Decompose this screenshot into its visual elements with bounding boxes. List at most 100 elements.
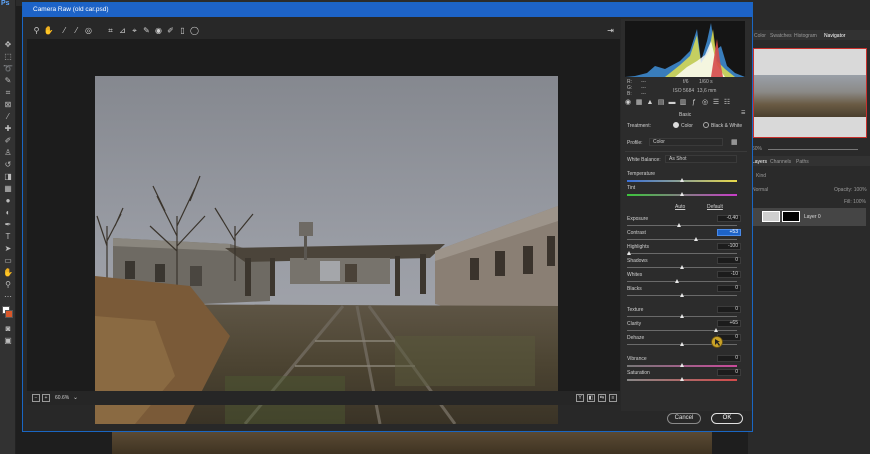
- stamp-tool-icon[interactable]: ♙: [2, 148, 14, 158]
- settings-toggle-icon[interactable]: ≡: [609, 394, 617, 402]
- open-preferences-icon[interactable]: ⇥: [605, 25, 616, 36]
- dodge-tool-icon[interactable]: ◐: [2, 208, 14, 218]
- tab-swatches[interactable]: Swatches: [770, 33, 792, 39]
- hand-icon[interactable]: ✋: [43, 25, 54, 36]
- crop-tool-icon[interactable]: ⌗: [2, 88, 14, 98]
- clarity-slider[interactable]: [627, 328, 737, 332]
- presets-icon[interactable]: ☰: [712, 99, 720, 107]
- texture-value-field[interactable]: 0: [717, 306, 741, 313]
- cancel-button[interactable]: Cancel: [667, 413, 701, 424]
- swap-view-icon[interactable]: ⇆: [598, 394, 606, 402]
- frame-tool-icon[interactable]: ⊠: [2, 100, 14, 110]
- path-select-tool-icon[interactable]: ➤: [2, 244, 14, 254]
- tab-channels[interactable]: Channels: [770, 159, 791, 165]
- vibrance-slider-thumb[interactable]: [680, 363, 684, 367]
- vibrance-slider[interactable]: [627, 363, 737, 367]
- contrast-slider-thumb[interactable]: [693, 237, 698, 241]
- brush-tool-icon[interactable]: ✐: [2, 136, 14, 146]
- calibration-icon[interactable]: ◎: [701, 99, 709, 107]
- blur-tool-icon[interactable]: ●: [2, 196, 14, 206]
- opacity-field[interactable]: Opacity: 100%: [834, 187, 867, 193]
- snapshots-icon[interactable]: ☷: [723, 99, 731, 107]
- before-after-icon[interactable]: ◧: [587, 394, 595, 402]
- gradient-tool-icon[interactable]: ▦: [2, 184, 14, 194]
- auto-button[interactable]: Auto: [675, 204, 685, 210]
- tab-histogram[interactable]: Histogram: [794, 33, 817, 39]
- saturation-slider[interactable]: [627, 377, 737, 381]
- color-radio[interactable]: [673, 122, 679, 128]
- more-tools-icon[interactable]: ⋯: [2, 292, 14, 302]
- blend-mode-select[interactable]: Normal: [752, 187, 768, 193]
- image-canvas[interactable]: [27, 39, 620, 424]
- clarity-value-field[interactable]: +65: [717, 320, 741, 327]
- screen-mode-icon[interactable]: ▣: [2, 336, 14, 346]
- view-y-icon[interactable]: Y: [576, 394, 584, 402]
- shadows-value-field[interactable]: 0: [717, 257, 741, 264]
- white-balance-icon[interactable]: ⁄: [59, 25, 70, 36]
- layer-row[interactable]: Layer 0: [752, 208, 866, 226]
- whites-value-field[interactable]: -10: [717, 271, 741, 278]
- ok-button[interactable]: OK: [711, 413, 743, 424]
- blacks-slider[interactable]: [627, 293, 737, 297]
- vibrance-value-field[interactable]: 0: [717, 355, 741, 362]
- whites-slider[interactable]: [627, 279, 737, 283]
- layer-kind-filter[interactable]: Kind: [756, 173, 766, 179]
- panel-menu-icon[interactable]: ☰: [741, 110, 745, 116]
- radial-filter-icon[interactable]: ◯: [189, 25, 200, 36]
- saturation-slider-thumb[interactable]: [680, 377, 684, 381]
- zoom-in-button[interactable]: +: [42, 394, 50, 402]
- tint-slider[interactable]: [627, 192, 737, 196]
- tone-curve-icon[interactable]: ▦: [635, 99, 643, 107]
- adjustment-brush-icon[interactable]: ✐: [165, 25, 176, 36]
- eraser-tool-icon[interactable]: ◨: [2, 172, 14, 182]
- contrast-slider[interactable]: [627, 237, 737, 241]
- shadows-slider-thumb[interactable]: [680, 265, 684, 269]
- crop-icon[interactable]: ⌗: [105, 25, 116, 36]
- transform-icon[interactable]: ⌖: [129, 25, 140, 36]
- marquee-tool-icon[interactable]: ⬚: [2, 52, 14, 62]
- tab-navigator[interactable]: Navigator: [824, 33, 845, 39]
- default-button[interactable]: Default: [707, 204, 723, 210]
- navigator-preview[interactable]: [753, 48, 867, 138]
- fill-field[interactable]: Fill: 100%: [844, 199, 866, 205]
- tab-layers[interactable]: Layers: [752, 159, 767, 165]
- exposure-value-field[interactable]: -0,40: [717, 215, 741, 222]
- pen-tool-icon[interactable]: ✒: [2, 220, 14, 230]
- straighten-icon[interactable]: ⊿: [117, 25, 128, 36]
- tab-paths[interactable]: Paths: [796, 159, 809, 165]
- dehaze-slider-thumb[interactable]: [680, 342, 684, 346]
- eyedropper-tool-icon[interactable]: ⁄: [2, 112, 14, 122]
- targeted-adjust-icon[interactable]: ◎: [83, 25, 94, 36]
- red-eye-icon[interactable]: ◉: [153, 25, 164, 36]
- profile-select[interactable]: Color: [649, 138, 723, 146]
- contrast-value-field[interactable]: +53: [717, 229, 741, 236]
- graduated-filter-icon[interactable]: ▯: [177, 25, 188, 36]
- shadows-slider[interactable]: [627, 265, 737, 269]
- move-tool-icon[interactable]: ✥: [2, 40, 14, 50]
- quick-mask-icon[interactable]: ◙: [2, 324, 14, 334]
- texture-slider[interactable]: [627, 314, 737, 318]
- type-tool-icon[interactable]: T: [2, 232, 14, 242]
- healing-tool-icon[interactable]: ✚: [2, 124, 14, 134]
- spot-removal-icon[interactable]: ✎: [141, 25, 152, 36]
- highlights-slider[interactable]: [627, 251, 737, 255]
- color-sampler-icon[interactable]: ⁄: [71, 25, 82, 36]
- highlights-value-field[interactable]: -100: [717, 243, 741, 250]
- temperature-slider[interactable]: [627, 178, 737, 182]
- detail-icon[interactable]: ▲: [646, 99, 654, 107]
- lens-icon[interactable]: ▥: [679, 99, 687, 107]
- texture-slider-thumb[interactable]: [680, 314, 684, 318]
- history-brush-icon[interactable]: ↺: [2, 160, 14, 170]
- wb-select[interactable]: As Shot: [665, 155, 737, 163]
- clarity-slider-thumb[interactable]: [713, 328, 718, 332]
- zoom-tool-icon[interactable]: ⚲: [2, 280, 14, 290]
- exposure-slider[interactable]: [627, 223, 737, 227]
- zoom-level[interactable]: 60.6%: [55, 395, 69, 401]
- blacks-value-field[interactable]: 0: [717, 285, 741, 292]
- fx-icon[interactable]: ƒ: [690, 99, 698, 107]
- highlights-slider-thumb[interactable]: [627, 251, 631, 255]
- zoom-out-button[interactable]: −: [32, 394, 40, 402]
- tint-slider-thumb[interactable]: [680, 192, 684, 196]
- lasso-tool-icon[interactable]: ➰: [2, 64, 14, 74]
- tab-color[interactable]: Color: [754, 33, 766, 39]
